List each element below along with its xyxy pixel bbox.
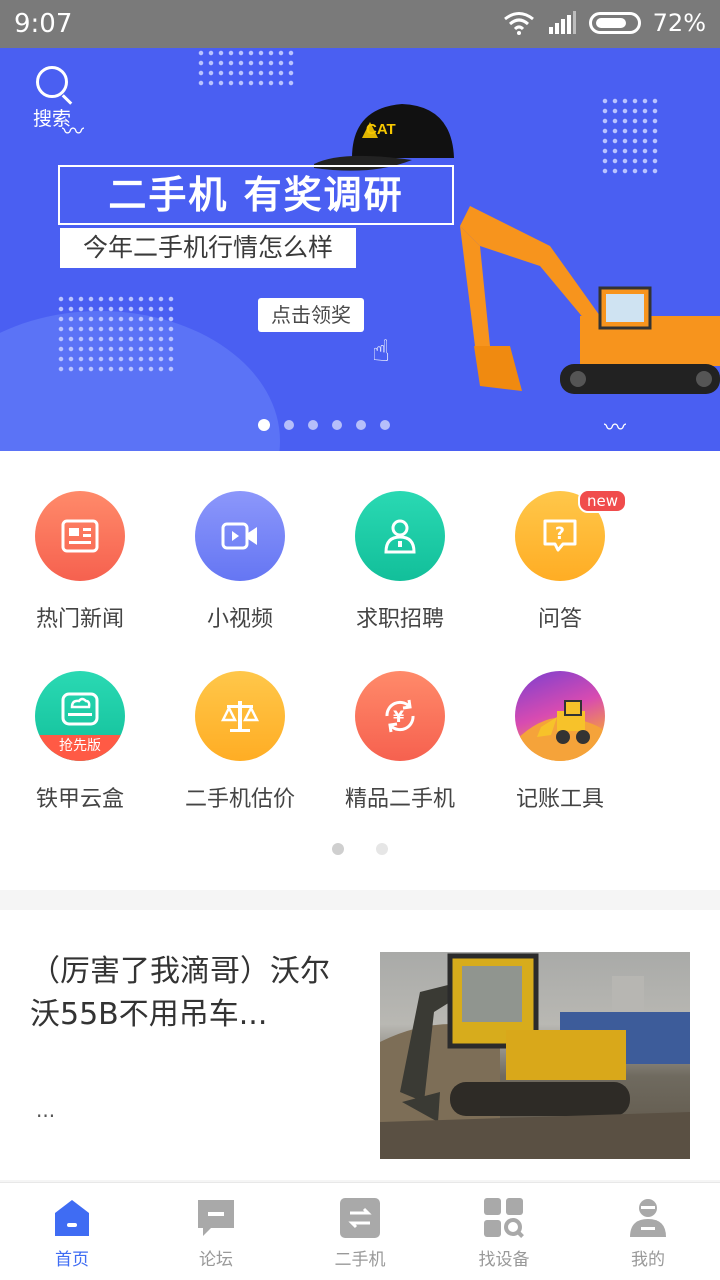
quick-menu: 热门新闻 小视频 求职招聘 ? new 问答 抢先版 铁甲云盒 二手机估价 ¥ … [0,451,720,890]
banner-title: 二手机 有奖调研 [58,165,454,225]
banner-dot[interactable] [308,420,318,430]
banner-pagination [0,419,720,431]
banner-subtitle: 今年二手机行情怎么样 [60,228,356,268]
menu-item-cloud-box[interactable]: 抢先版 铁甲云盒 [0,671,160,851]
new-badge: new [578,489,628,513]
tab-home[interactable]: 首页 [0,1183,144,1280]
person-icon [355,491,445,581]
tab-label: 找设备 [478,1250,530,1270]
signal-icon [548,11,576,34]
menu-page-dot[interactable] [376,843,388,855]
banner-dot-pattern [56,294,176,374]
banner-dot[interactable] [258,419,270,431]
banner-dot-pattern [600,96,660,176]
search-icon [36,66,68,98]
banner-dot[interactable] [380,420,390,430]
status-bar: 9:07 72% [0,0,720,48]
cloud-box-icon: 抢先版 [35,671,125,761]
svg-text:¥: ¥ [393,707,404,726]
status-time: 9:07 [14,9,73,39]
battery-icon [588,12,641,34]
menu-label: 二手机估价 [184,787,295,812]
article-meta: ... [36,1098,56,1122]
menu-item-valuation[interactable]: 二手机估价 [160,671,320,851]
home-icon [55,1200,89,1236]
wave-decoration-icon: 〰 [62,120,85,145]
loader-icon [515,671,605,761]
excavator-image [460,206,720,394]
wifi-icon [503,12,534,35]
yen-refresh-icon: ¥ [355,671,445,761]
banner-dot[interactable] [332,420,342,430]
grid-search-icon [484,1198,524,1238]
menu-label: 求职招聘 [355,607,444,632]
status-icons: 72% [503,9,706,37]
tab-label: 我的 [631,1250,665,1270]
bottom-tab-bar: 首页 论坛 二手机 找设备 我的 [0,1182,720,1280]
tab-label: 首页 [55,1250,89,1270]
swap-icon [340,1198,380,1238]
tab-label: 论坛 [199,1250,233,1270]
tab-find-equipment[interactable]: 找设备 [432,1183,576,1280]
menu-item-qa[interactable]: ? new 问答 [480,489,640,671]
promo-banner[interactable]: 搜索 〰 CAT 二手机 有奖调研 今年二手机行情怎么样 点击领奖 ☝ 〰 [0,48,720,451]
menu-label: 小视频 [206,607,273,632]
menu-label: 精品二手机 [344,787,455,812]
menu-label: 热门新闻 [35,607,124,632]
article-card[interactable]: （厉害了我滴哥）沃尔沃55B不用吊车... ... [0,910,720,1180]
menu-label: 铁甲云盒 [35,787,124,812]
tab-forum[interactable]: 论坛 [144,1183,288,1280]
menu-item-jobs[interactable]: 求职招聘 [320,491,480,671]
news-icon [35,491,125,581]
menu-label: 问答 [537,607,582,632]
preview-tag: 抢先版 [35,735,125,761]
forum-icon [198,1200,234,1236]
tab-label: 二手机 [334,1250,386,1270]
battery-percent: 72% [652,9,706,37]
user-icon [630,1199,666,1237]
banner-cta-button[interactable]: 点击领奖 [258,298,364,332]
menu-pagination [0,843,720,855]
menu-label: 记账工具 [515,787,604,812]
article-thumbnail [380,952,690,1159]
video-icon [195,491,285,581]
tab-mine[interactable]: 我的 [576,1183,720,1280]
menu-item-premium-used[interactable]: ¥ 精品二手机 [320,671,480,851]
banner-dot-pattern [196,48,296,88]
banner-dot[interactable] [356,420,366,430]
svg-text:?: ? [555,524,565,544]
scale-icon [195,671,285,761]
tab-used-machines[interactable]: 二手机 [288,1183,432,1280]
pointer-hand-icon: ☝ [372,334,391,369]
menu-item-video[interactable]: 小视频 [160,491,320,671]
menu-item-bookkeeping[interactable]: 记账工具 [480,671,640,851]
menu-page-dot[interactable] [332,843,344,855]
menu-item-news[interactable]: 热门新闻 [0,491,160,671]
article-title: （厉害了我滴哥）沃尔沃55B不用吊车... [30,954,330,1032]
banner-dot[interactable] [284,420,294,430]
